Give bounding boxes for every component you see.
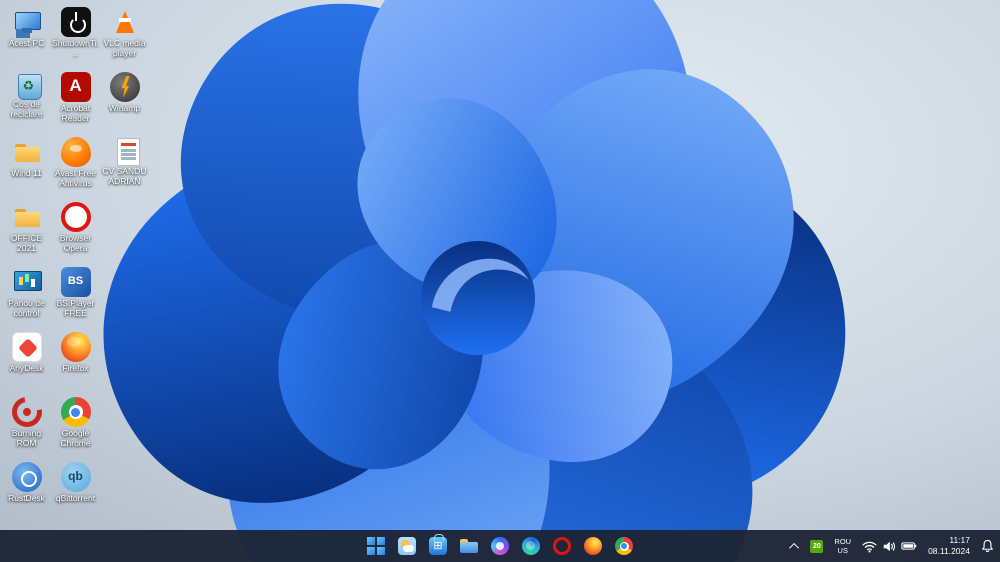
language-line2: US <box>837 546 848 555</box>
opera-button[interactable] <box>549 533 575 559</box>
desktop-icon-this-pc[interactable]: Acest PC <box>2 4 51 69</box>
anydesk-icon <box>11 332 42 362</box>
icon-label: VLC media player <box>103 38 146 58</box>
desktop-icon-burning-rom[interactable]: Burning ROM <box>2 391 51 459</box>
vlc-icon <box>110 7 140 37</box>
microsoft-store-button[interactable] <box>425 533 451 559</box>
notification-bell-icon <box>982 539 993 553</box>
battery-icon <box>901 542 917 550</box>
icon-label: Coș de reciclare <box>10 99 43 119</box>
this-pc-icon <box>12 7 42 37</box>
chrome-icon <box>60 397 91 427</box>
green-badge-icon: 20 <box>810 539 824 553</box>
taskbar: 20 ROU US <box>0 530 1000 562</box>
microsoft-store-icon <box>429 534 447 555</box>
start-button[interactable] <box>363 533 389 559</box>
desktop-icon-opera[interactable]: Browser Opera <box>51 199 100 264</box>
clock-time: 11:17 <box>949 535 970 546</box>
winamp-icon <box>109 72 140 102</box>
taskbar-clock[interactable]: 11:17 08.11.2024 <box>926 533 972 559</box>
desktop-icon-avast[interactable]: Avast Free Antivirus <box>51 134 100 199</box>
desktop-icon-cv-document[interactable]: CV SANDU ADRIAN <box>100 134 149 199</box>
chrome-button[interactable] <box>611 533 637 559</box>
acrobat-reader-icon <box>60 72 91 102</box>
firefox-icon <box>584 537 602 555</box>
icon-label: BS.Player FREE <box>56 298 95 318</box>
windows-logo-icon <box>367 537 385 555</box>
desktop-icon-vlc[interactable]: VLC media player <box>100 4 149 69</box>
hidden-icons-chevron[interactable] <box>789 533 801 559</box>
desktop-icon-bsplayer[interactable]: BS.Player FREE <box>51 264 100 329</box>
icon-label: Burning ROM <box>11 428 42 448</box>
icon-label: RustDesk <box>8 493 45 503</box>
icon-label: Acest PC <box>8 38 45 48</box>
icon-label: OFFICE 2021 <box>10 233 43 253</box>
folder-icon <box>12 137 42 167</box>
clock-date: 08.11.2024 <box>928 546 970 556</box>
chrome-icon <box>615 537 633 555</box>
opera-icon <box>553 537 571 555</box>
desktop-icon-wind11[interactable]: Wind 11 <box>2 134 51 199</box>
opera-icon <box>60 202 91 232</box>
icon-label: Google Chrome <box>60 428 91 448</box>
avast-icon <box>60 137 91 167</box>
icon-label: Firefox <box>62 363 89 373</box>
file-explorer-button[interactable] <box>456 533 482 559</box>
firefox-button[interactable] <box>580 533 606 559</box>
network-volume-battery-button[interactable] <box>860 533 919 559</box>
notification-center-button[interactable] <box>979 533 996 559</box>
file-explorer-icon <box>460 537 478 555</box>
language-line1: ROU <box>834 537 852 546</box>
icon-label: Browser Opera <box>59 233 92 253</box>
language-indicator[interactable]: ROU US <box>832 533 853 559</box>
wifi-icon <box>862 541 877 553</box>
desktop-icon-acrobat-reader[interactable]: Acrobat Reader <box>51 69 100 134</box>
copilot-icon <box>491 537 509 555</box>
document-icon <box>117 138 140 166</box>
icon-label: Wind 11 <box>11 168 42 178</box>
desktop-icon-winamp[interactable]: Winamp <box>100 69 149 134</box>
desktop-icon-firefox[interactable]: Firefox <box>51 329 100 394</box>
chevron-up-icon <box>789 542 800 553</box>
widgets-weather-icon <box>398 537 416 555</box>
bsplayer-icon <box>60 267 91 297</box>
edge-button[interactable] <box>518 533 544 559</box>
icon-label: AnyDesk <box>9 363 44 373</box>
icon-label: Avast Free Antivirus <box>55 168 96 188</box>
desktop-icon-office-2021[interactable]: OFFICE 2021 <box>2 199 51 264</box>
widgets-button[interactable] <box>394 533 420 559</box>
qbittorrent-icon <box>60 462 91 492</box>
windows-desktop: { "theme": { "taskbar_color": "#1d2435",… <box>0 0 1000 562</box>
copilot-button[interactable] <box>487 533 513 559</box>
desktop-icon-shutdown-timer[interactable]: ShutdownTi... <box>51 4 100 69</box>
desktop-icon-grid: Acest PC Coș de reciclare Wind 11 OFFICE… <box>2 4 162 528</box>
icon-label: qBittorrent <box>55 493 96 503</box>
icon-label: Winamp <box>108 103 141 113</box>
folder-icon <box>12 202 42 232</box>
desktop-icon-qbittorrent[interactable]: qBittorrent <box>51 459 100 524</box>
tray-app-green[interactable]: 20 <box>808 533 825 559</box>
rustdesk-icon <box>11 462 42 492</box>
desktop-icon-anydesk[interactable]: AnyDesk <box>2 329 51 394</box>
desktop-icon-recycle-bin[interactable]: Coș de reciclare <box>2 69 51 134</box>
desktop-icon-control-panel[interactable]: Panou de control <box>2 264 51 329</box>
nero-burning-rom-icon <box>5 391 48 433</box>
recycle-bin-icon <box>17 74 42 100</box>
volume-icon <box>883 541 896 551</box>
icon-label: Acrobat Reader <box>60 103 91 123</box>
icon-label: CV SANDU ADRIAN <box>102 166 147 186</box>
control-panel-icon <box>12 267 42 297</box>
icon-label: ShutdownTi... <box>52 38 99 58</box>
desktop-icon-chrome[interactable]: Google Chrome <box>51 394 100 459</box>
system-tray: 20 ROU US 11:17 08.11.2024 <box>789 530 996 562</box>
icon-label: Panou de control <box>8 298 45 318</box>
edge-icon <box>522 537 540 555</box>
firefox-icon <box>60 332 91 362</box>
shutdown-timer-icon <box>60 7 91 37</box>
desktop-icon-rustdesk[interactable]: RustDesk <box>2 459 51 524</box>
